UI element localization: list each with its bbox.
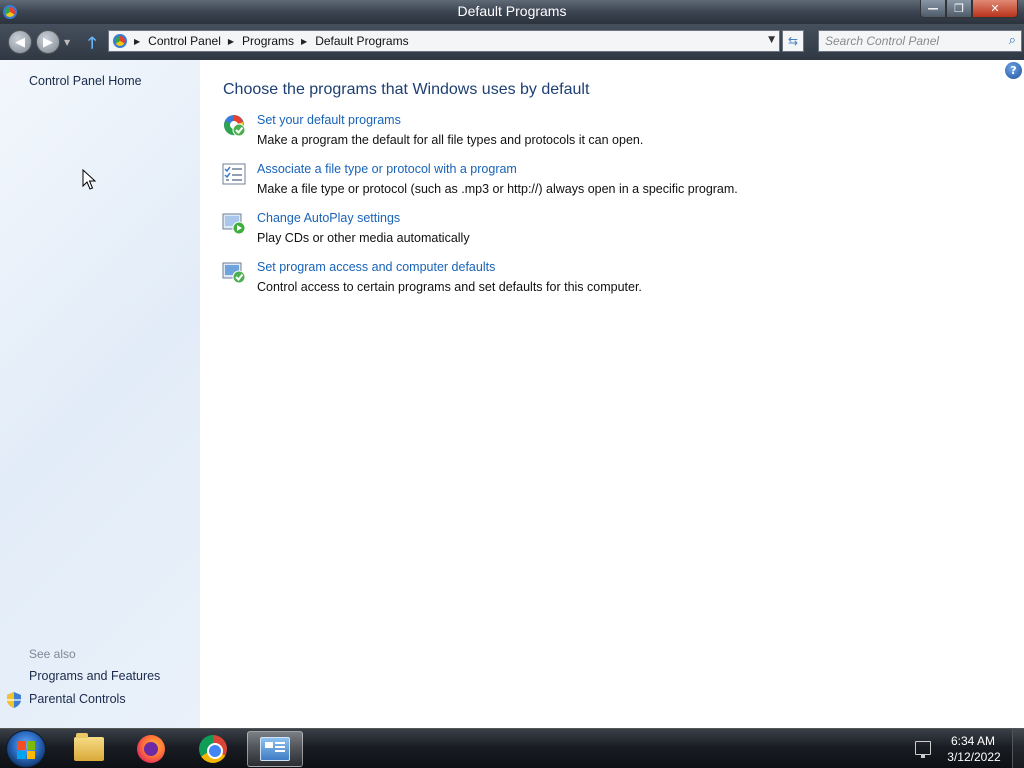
clock-date[interactable]: 3/12/2022 (942, 750, 1006, 764)
forward-button[interactable]: ▶ (36, 30, 60, 54)
title-bar: Default Programs — ❐ ✕ (0, 0, 1024, 24)
windows-logo-icon (17, 741, 35, 759)
taskbar-chrome[interactable] (185, 731, 241, 767)
see-also-heading: See also (29, 647, 76, 661)
back-arrow-icon: ◀ (15, 34, 25, 50)
default-programs-icon (224, 115, 246, 137)
search-box[interactable]: ⌕ (818, 30, 1022, 52)
file-explorer-icon (74, 733, 104, 761)
mouse-cursor-icon (82, 169, 96, 190)
shield-icon (7, 692, 21, 708)
navigation-bar: ◀ ▶ ▼ 🡑 ▶ Control Panel ▶ Programs ▶ Def… (0, 24, 1024, 60)
autoplay-icon (222, 213, 246, 235)
up-arrow-icon[interactable]: 🡑 (88, 32, 96, 59)
search-icon[interactable]: ⌕ (1009, 33, 1016, 48)
associate-file-type-link[interactable]: Associate a file type or protocol with a… (257, 162, 517, 176)
firefox-icon (137, 735, 165, 763)
program-access-description: Control access to certain programs and s… (257, 280, 642, 294)
minimize-button[interactable]: — (920, 0, 946, 18)
left-navigation-pane: Control Panel Home See also Programs and… (0, 60, 200, 728)
network-icon[interactable] (915, 741, 931, 758)
program-access-icon (222, 262, 246, 284)
breadcrumb-separator-icon[interactable]: ▶ (228, 37, 234, 46)
back-button[interactable]: ◀ (8, 30, 32, 54)
control-panel-icon (113, 34, 127, 48)
close-button[interactable]: ✕ (972, 0, 1018, 18)
refresh-button[interactable]: ⇆ (782, 30, 804, 52)
help-icon[interactable]: ? (1005, 62, 1022, 79)
page-heading: Choose the programs that Windows uses by… (223, 81, 590, 98)
address-bar[interactable]: ▶ Control Panel ▶ Programs ▶ Default Pro… (108, 30, 780, 52)
maximize-button[interactable]: ❐ (946, 0, 972, 18)
taskbar-control-panel[interactable] (247, 731, 303, 767)
taskbar-file-explorer[interactable] (61, 731, 117, 767)
taskbar: 6:34 AM 3/12/2022 (0, 728, 1024, 768)
start-button[interactable] (6, 730, 46, 768)
program-access-link[interactable]: Set program access and computer defaults (257, 260, 495, 274)
associate-file-type-description: Make a file type or protocol (such as .m… (257, 182, 738, 196)
breadcrumb-programs[interactable]: Programs (242, 34, 294, 48)
default-programs-window: Default Programs — ❐ ✕ ◀ ▶ ▼ 🡑 ▶ Control… (0, 0, 1024, 728)
chrome-icon (199, 735, 227, 763)
taskbar-firefox[interactable] (123, 731, 179, 767)
control-panel-home-link[interactable]: Control Panel Home (29, 74, 142, 88)
search-input[interactable] (819, 31, 999, 51)
breadcrumb-separator-icon[interactable]: ▶ (134, 37, 140, 46)
change-autoplay-link[interactable]: Change AutoPlay settings (257, 211, 400, 225)
window-title: Default Programs (457, 3, 567, 19)
set-default-programs-link[interactable]: Set your default programs (257, 113, 401, 127)
window-controls: — ❐ ✕ (920, 0, 1018, 18)
change-autoplay-description: Play CDs or other media automatically (257, 231, 470, 245)
address-dropdown-icon[interactable]: ▼ (768, 35, 775, 45)
control-panel-icon (260, 737, 290, 761)
breadcrumb-control-panel[interactable]: Control Panel (148, 34, 221, 48)
breadcrumb-separator-icon[interactable]: ▶ (301, 37, 307, 46)
show-desktop-button[interactable] (1012, 729, 1024, 768)
file-association-icon (222, 163, 246, 185)
refresh-icon: ⇆ (787, 34, 799, 48)
forward-arrow-icon: ▶ (43, 34, 53, 50)
parental-controls-link[interactable]: Parental Controls (29, 692, 126, 706)
programs-and-features-link[interactable]: Programs and Features (29, 669, 160, 683)
set-default-programs-description: Make a program the default for all file … (257, 133, 644, 147)
clock-time[interactable]: 6:34 AM (948, 734, 998, 748)
recent-pages-dropdown[interactable]: ▼ (64, 38, 70, 47)
breadcrumb-default-programs[interactable]: Default Programs (315, 34, 408, 48)
